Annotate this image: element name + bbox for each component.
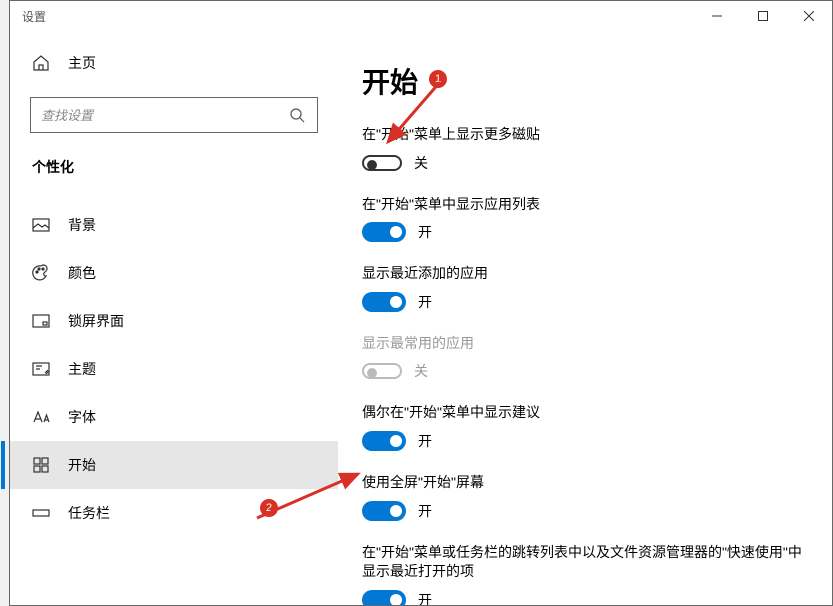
sidebar-item-themes[interactable]: 主题 <box>10 345 338 393</box>
minimize-button[interactable] <box>694 1 740 31</box>
titlebar: 设置 <box>10 1 832 31</box>
toggle-state: 关 <box>414 153 428 173</box>
toggle-state: 开 <box>418 501 432 521</box>
setting-label: 显示最近添加的应用 <box>362 264 802 284</box>
sidebar-item-label: 锁屏界面 <box>68 311 124 331</box>
toggle-state: 开 <box>418 431 432 451</box>
sidebar-item-taskbar[interactable]: 任务栏 <box>10 489 338 537</box>
category-label: 个性化 <box>10 133 338 187</box>
toggle-switch[interactable] <box>362 155 402 171</box>
sidebar-item-label: 颜色 <box>68 263 96 283</box>
toggle-switch[interactable] <box>362 501 406 521</box>
toggle-state: 开 <box>418 590 432 605</box>
setting-label: 使用全屏"开始"屏幕 <box>362 473 802 493</box>
toggle-row: 开 <box>362 590 802 605</box>
toggle-state: 开 <box>418 222 432 242</box>
setting-label: 在"开始"菜单上显示更多磁贴 <box>362 125 802 145</box>
setting-2: 显示最近添加的应用开 <box>362 264 802 312</box>
home-link[interactable]: 主页 <box>10 45 338 81</box>
toggle-switch[interactable] <box>362 431 406 451</box>
sidebar-item-start[interactable]: 开始 <box>10 441 338 489</box>
lock-screen-icon <box>32 312 50 330</box>
content-area: 主页 个性化 背景 <box>10 31 832 605</box>
palette-icon <box>32 264 50 282</box>
setting-5: 使用全屏"开始"屏幕开 <box>362 473 802 521</box>
start-icon <box>32 456 50 474</box>
setting-1: 在"开始"菜单中显示应用列表开 <box>362 195 802 243</box>
sidebar-item-label: 开始 <box>68 455 96 475</box>
search-input[interactable] <box>41 108 279 123</box>
sidebar-item-label: 任务栏 <box>68 503 110 523</box>
window-title: 设置 <box>22 8 46 25</box>
font-icon <box>32 408 50 426</box>
toggle-switch[interactable] <box>362 222 406 242</box>
annotation-badge-1: 1 <box>429 70 447 88</box>
maximize-button[interactable] <box>740 1 786 31</box>
setting-label: 在"开始"菜单或任务栏的跳转列表中以及文件资源管理器的"快速使用"中显示最近打开… <box>362 543 802 582</box>
image-icon <box>32 216 50 234</box>
search-icon <box>287 107 307 123</box>
nav-list: 背景 颜色 锁屏界面 <box>10 201 338 537</box>
setting-3: 显示最常用的应用关 <box>362 334 802 382</box>
toggle-row: 开 <box>362 222 802 242</box>
theme-icon <box>32 360 50 378</box>
setting-label: 显示最常用的应用 <box>362 334 802 354</box>
toggle-switch <box>362 363 402 379</box>
toggle-state: 开 <box>418 292 432 312</box>
setting-6: 在"开始"菜单或任务栏的跳转列表中以及文件资源管理器的"快速使用"中显示最近打开… <box>362 543 802 605</box>
toggle-switch[interactable] <box>362 292 406 312</box>
setting-label: 偶尔在"开始"菜单中显示建议 <box>362 403 802 423</box>
taskbar-icon <box>32 504 50 522</box>
settings-window: 设置 主页 <box>9 0 833 606</box>
search-container <box>30 97 318 133</box>
sidebar-item-background[interactable]: 背景 <box>10 201 338 249</box>
toggle-row: 关 <box>362 153 802 173</box>
sidebar-item-fonts[interactable]: 字体 <box>10 393 338 441</box>
toggle-switch[interactable] <box>362 590 406 605</box>
toggle-row: 关 <box>362 361 802 381</box>
toggle-row: 开 <box>362 501 802 521</box>
close-button[interactable] <box>786 1 832 31</box>
toggle-state: 关 <box>414 361 428 381</box>
home-label: 主页 <box>68 53 96 73</box>
setting-label: 在"开始"菜单中显示应用列表 <box>362 195 802 215</box>
annotation-badge-2: 2 <box>260 499 278 517</box>
home-icon <box>32 54 50 72</box>
setting-4: 偶尔在"开始"菜单中显示建议开 <box>362 403 802 451</box>
toggle-row: 开 <box>362 292 802 312</box>
toggle-row: 开 <box>362 431 802 451</box>
sidebar: 主页 个性化 背景 <box>10 31 338 605</box>
sidebar-item-colors[interactable]: 颜色 <box>10 249 338 297</box>
search-box[interactable] <box>30 97 318 133</box>
setting-0: 在"开始"菜单上显示更多磁贴关 <box>362 125 802 173</box>
sidebar-item-label: 字体 <box>68 407 96 427</box>
sidebar-item-label: 主题 <box>68 359 96 379</box>
window-controls <box>694 1 832 31</box>
sidebar-item-label: 背景 <box>68 215 96 235</box>
sidebar-item-lockscreen[interactable]: 锁屏界面 <box>10 297 338 345</box>
page-title: 开始 <box>362 61 802 101</box>
main-panel: 开始 在"开始"菜单上显示更多磁贴关在"开始"菜单中显示应用列表开显示最近添加的… <box>338 31 832 605</box>
